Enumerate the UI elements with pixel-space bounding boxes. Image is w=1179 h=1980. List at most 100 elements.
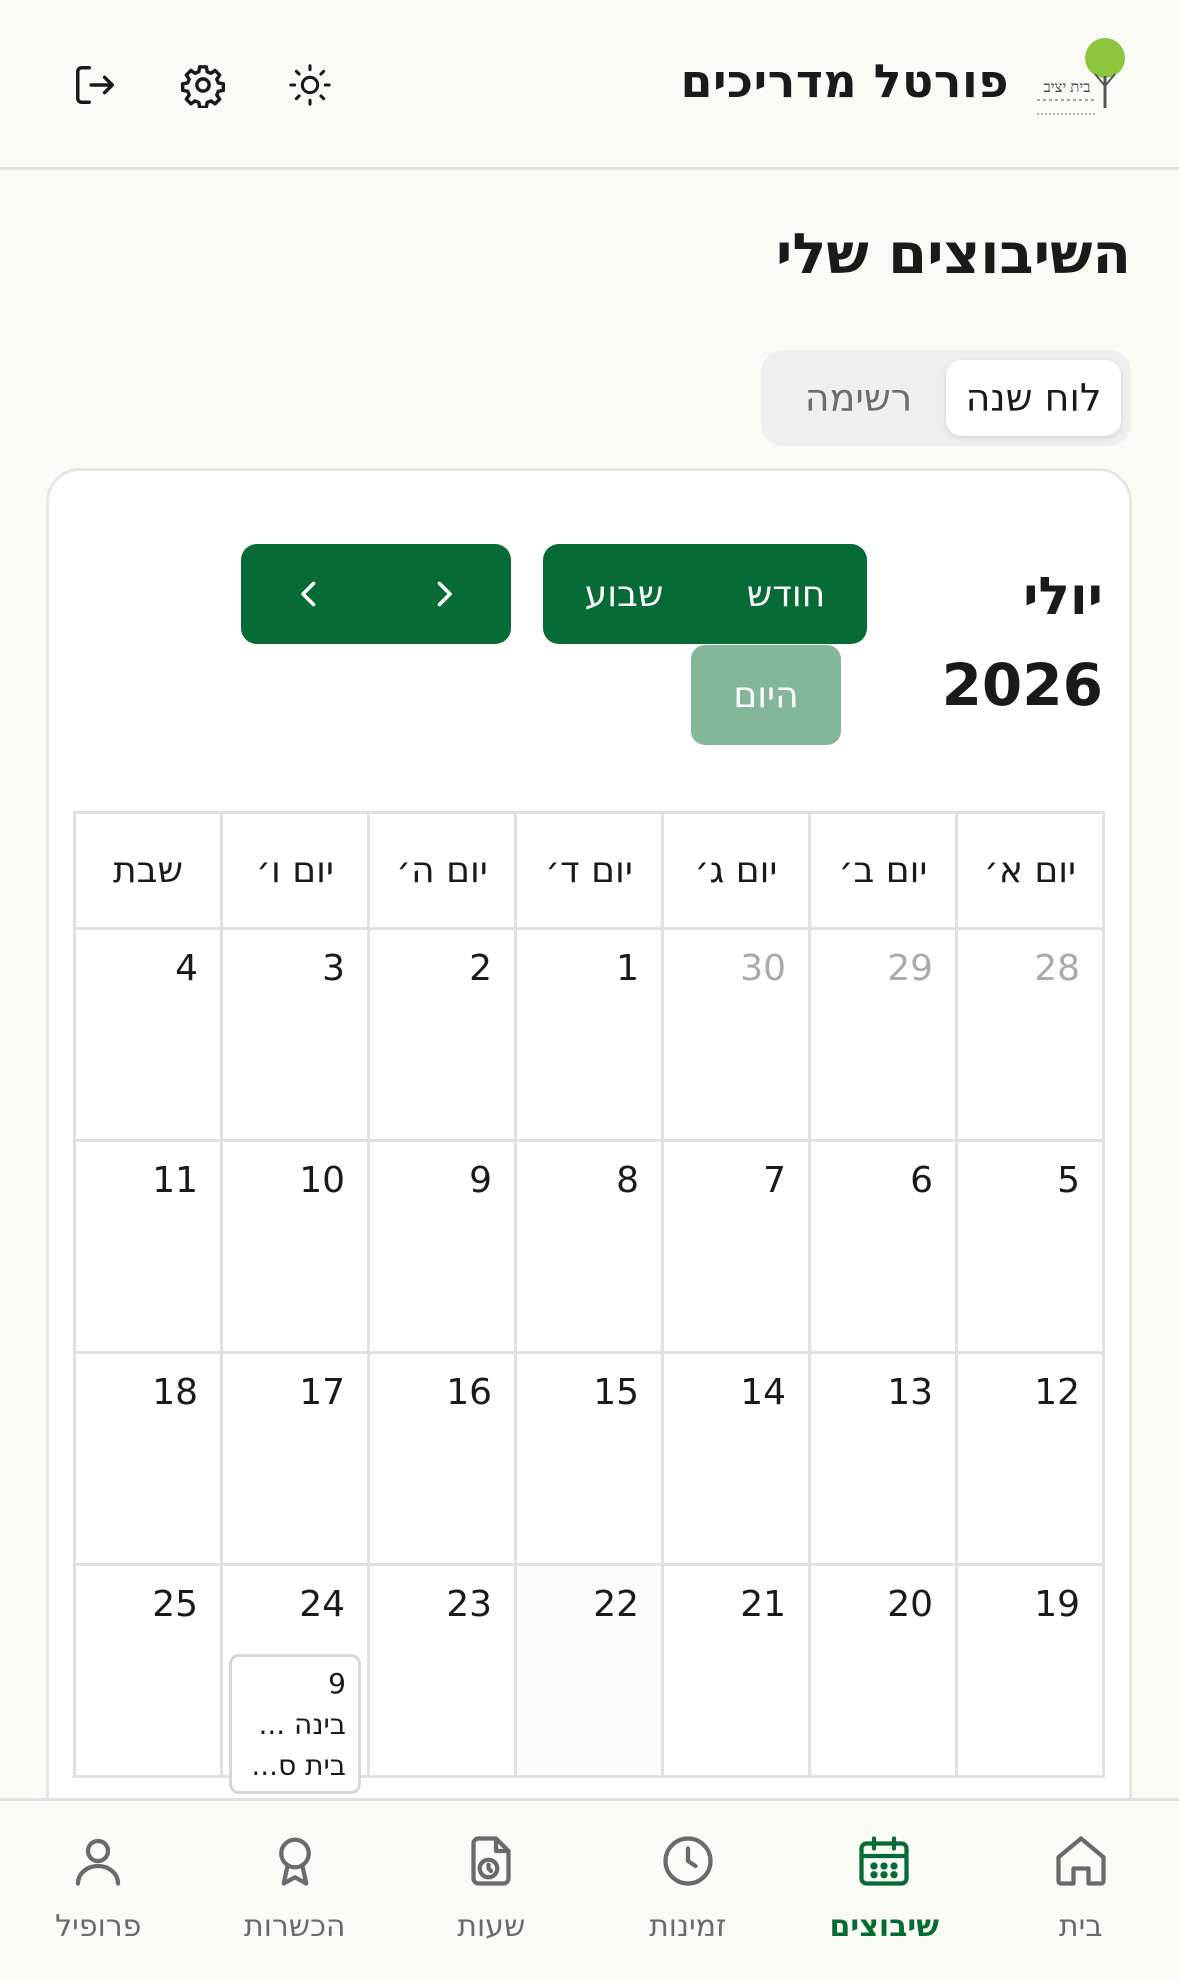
- week-view-button[interactable]: שבוע: [543, 544, 705, 644]
- day-number: 23: [446, 1584, 492, 1625]
- calendar-day-cell[interactable]: 1: [517, 930, 664, 1142]
- calendar-day-cell[interactable]: 20: [811, 1566, 958, 1778]
- calendar-day-cell[interactable]: 19: [958, 1566, 1105, 1778]
- nav-label: בית: [1058, 1909, 1103, 1944]
- month-view-button[interactable]: חודש: [705, 544, 867, 644]
- weekday-header: יום ג׳: [664, 814, 811, 930]
- weekday-header: יום ה׳: [370, 814, 517, 930]
- calendar-day-cell[interactable]: 15: [517, 1354, 664, 1566]
- day-number: 1: [616, 948, 639, 989]
- day-number: 18: [152, 1372, 198, 1413]
- day-number: 10: [299, 1160, 345, 1201]
- day-number: 7: [763, 1160, 786, 1201]
- day-number: 16: [446, 1372, 492, 1413]
- logo-text: בית יציב: [1043, 80, 1090, 96]
- day-number: 6: [910, 1160, 933, 1201]
- calendar-day-cell[interactable]: 11: [76, 1142, 223, 1354]
- calendar-day-cell[interactable]: 22: [517, 1566, 664, 1778]
- nav-item-timesheet[interactable]: שעות: [393, 1801, 590, 1980]
- timesheet-icon: [471, 1836, 511, 1886]
- calendar-day-cell[interactable]: 8: [517, 1142, 664, 1354]
- award-icon: [278, 1837, 311, 1886]
- event-text: בית ס...: [251, 1749, 346, 1782]
- gear-icon: [180, 65, 226, 108]
- clock-icon: [663, 1836, 713, 1886]
- nav-item-calendar[interactable]: שיבוצים: [786, 1801, 983, 1980]
- calendar-day-cell[interactable]: 24 9 בינה ... בית ס...: [223, 1566, 370, 1794]
- calendar-day-cell[interactable]: 21: [664, 1566, 811, 1778]
- calendar-day-cell[interactable]: 17: [223, 1354, 370, 1566]
- calendar-day-cell[interactable]: 25: [76, 1566, 223, 1778]
- settings-button[interactable]: [168, 50, 238, 120]
- calendar-day-cell[interactable]: 4: [76, 930, 223, 1142]
- weekday-header: יום ו׳: [223, 814, 370, 930]
- day-number: 30: [740, 948, 786, 989]
- calendar-day-cell[interactable]: 23: [370, 1566, 517, 1778]
- next-month-button[interactable]: [376, 544, 511, 644]
- day-number: 21: [740, 1584, 786, 1625]
- day-number: 19: [1034, 1584, 1080, 1625]
- calendar-day-cell[interactable]: 16: [370, 1354, 517, 1566]
- event-text: 9: [328, 1667, 346, 1700]
- day-number: 9: [469, 1160, 492, 1201]
- day-number: 3: [322, 948, 345, 989]
- calendar-day-cell[interactable]: 29: [811, 930, 958, 1142]
- calendar-week-row: 28 29 30 1 2 3 4: [76, 930, 1105, 1142]
- day-number: 12: [1034, 1372, 1080, 1413]
- day-number: 15: [593, 1372, 639, 1413]
- calendar-day-cell[interactable]: 6: [811, 1142, 958, 1354]
- calendar-week-row: 12 13 14 15 16 17 18: [76, 1354, 1105, 1566]
- day-number: 29: [887, 948, 933, 989]
- day-number: 24: [299, 1584, 345, 1625]
- day-number: 8: [616, 1160, 639, 1201]
- day-number: 5: [1057, 1160, 1080, 1201]
- calendar-view-group: חודש שבוע: [543, 544, 867, 644]
- day-number: 28: [1034, 948, 1080, 989]
- day-number: 25: [152, 1584, 198, 1625]
- day-number: 4: [175, 948, 198, 989]
- calendar-nav-group: [241, 544, 511, 644]
- weekday-header: יום א׳: [958, 814, 1105, 930]
- weekday-header-row: יום א׳ יום ב׳ יום ג׳ יום ד׳ יום ה׳ יום ו׳ שבת: [76, 814, 1105, 930]
- calendar-month: יולי: [1023, 567, 1103, 627]
- calendar-event[interactable]: 9 בינה ... בית ס...: [229, 1654, 361, 1794]
- nav-label: שיבוצים: [829, 1909, 939, 1944]
- day-number: 2: [469, 948, 492, 989]
- calendar-day-cell[interactable]: 28: [958, 930, 1105, 1142]
- view-toggle: לוח שנה רשימה: [761, 350, 1131, 446]
- calendar-day-cell[interactable]: 3: [223, 930, 370, 1142]
- day-number: 14: [740, 1372, 786, 1413]
- weekday-header: יום ב׳: [811, 814, 958, 930]
- calendar-day-cell[interactable]: 10: [223, 1142, 370, 1354]
- calendar-day-cell[interactable]: 2: [370, 930, 517, 1142]
- day-number: 17: [299, 1372, 345, 1413]
- toggle-list[interactable]: רשימה: [771, 360, 946, 436]
- app-header: בית יציב פורטל מדריכים: [0, 0, 1179, 170]
- prev-month-button[interactable]: [241, 544, 376, 644]
- nav-item-home[interactable]: בית: [983, 1801, 1179, 1980]
- calendar-day-cell[interactable]: 14: [664, 1354, 811, 1566]
- toggle-calendar[interactable]: לוח שנה: [946, 360, 1121, 436]
- theme-toggle-button[interactable]: [275, 50, 345, 120]
- nav-label: פרופיל: [55, 1909, 142, 1944]
- calendar-day-cell[interactable]: 30: [664, 930, 811, 1142]
- nav-item-user[interactable]: פרופיל: [0, 1801, 197, 1980]
- calendar-day-cell[interactable]: 18: [76, 1354, 223, 1566]
- day-number: 11: [152, 1160, 198, 1201]
- home-icon: [1056, 1836, 1106, 1886]
- calendar-card: יולי 2026 חודש שבוע היום יום א׳ יום ב׳ יום…: [46, 468, 1132, 1980]
- today-button[interactable]: היום: [691, 645, 841, 745]
- calendar-day-cell[interactable]: 5: [958, 1142, 1105, 1354]
- calendar-day-cell[interactable]: 13: [811, 1354, 958, 1566]
- calendar-day-cell[interactable]: 9: [370, 1142, 517, 1354]
- nav-label: הכשרות: [243, 1909, 346, 1944]
- calendar-day-cell[interactable]: 7: [664, 1142, 811, 1354]
- page-title: השיבוצים שלי: [775, 222, 1131, 287]
- calendar-year: 2026: [941, 651, 1103, 719]
- nav-item-award[interactable]: הכשרות: [197, 1801, 394, 1980]
- logout-button[interactable]: [60, 50, 130, 120]
- calendar-day-cell[interactable]: 12: [958, 1354, 1105, 1566]
- nav-item-clock[interactable]: זמינות: [590, 1801, 787, 1980]
- calendar-week-row: 19 20 21 22 23 24 9 בינה ... בית ס... 25: [76, 1566, 1105, 1794]
- calendar-grid: יום א׳ יום ב׳ יום ג׳ יום ד׳ יום ה׳ יום ו׳ שבת …: [73, 811, 1105, 1794]
